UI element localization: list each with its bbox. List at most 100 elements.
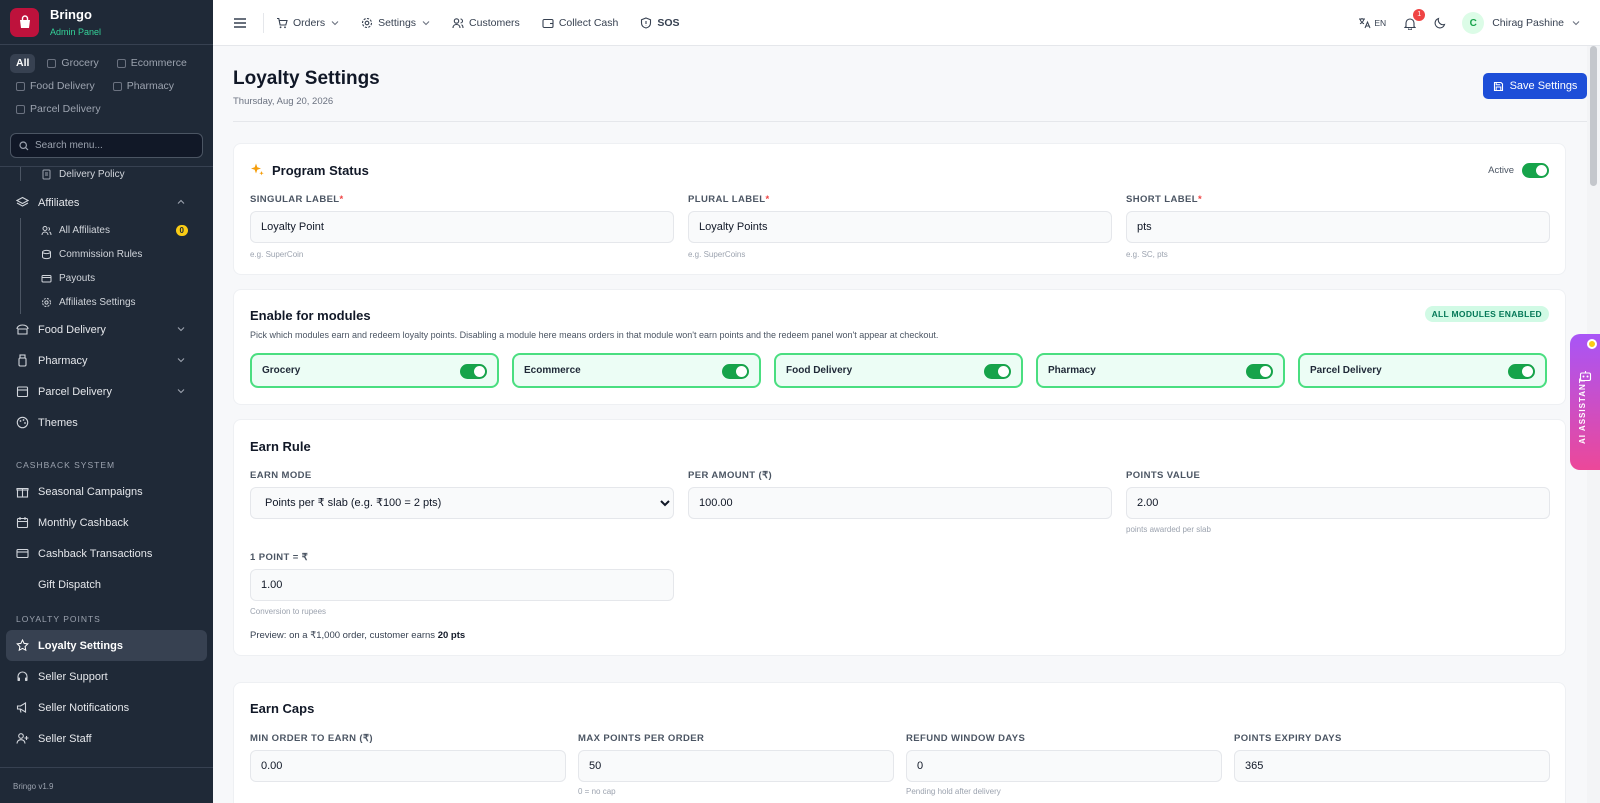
sidebar-item-affiliates-settings[interactable]: Affiliates Settings <box>0 290 213 314</box>
filter-grocery[interactable]: Grocery <box>41 54 104 73</box>
earn-mode-select[interactable]: Points per ₹ slab (e.g. ₹100 = 2 pts) <box>250 487 674 519</box>
sidebar-item-gift-dispatch[interactable]: Gift Dispatch <box>0 569 213 600</box>
sidebar-item-all-affiliates[interactable]: All Affiliates 0 <box>0 218 213 242</box>
filter-all[interactable]: All <box>10 54 36 73</box>
package-icon <box>16 386 29 398</box>
toggle-switch[interactable] <box>1522 163 1549 178</box>
tree-line <box>20 167 21 181</box>
module-toggle-grocery[interactable]: Grocery <box>250 353 499 388</box>
toggle-switch[interactable] <box>1246 364 1273 379</box>
filter-food-delivery[interactable]: Food Delivery <box>10 77 101 96</box>
page-title: Loyalty Settings <box>233 68 380 89</box>
section-cashback: CASHBACK SYSTEM <box>16 460 116 470</box>
chevron-down-icon <box>331 20 339 25</box>
sidebar-item-parcel-delivery[interactable]: Parcel Delivery <box>0 376 213 407</box>
sidebar-item-label: Monthly Cashback <box>38 516 129 529</box>
filter-parcel-delivery[interactable]: Parcel Delivery <box>10 100 107 119</box>
module-toggle-pharmacy[interactable]: Pharmacy <box>1036 353 1285 388</box>
divider <box>263 12 264 33</box>
chevron-up-icon <box>177 199 185 204</box>
menu-search-input[interactable] <box>35 140 185 151</box>
points-value-input[interactable] <box>1126 487 1550 519</box>
module-toggle-parcel-delivery[interactable]: Parcel Delivery <box>1298 353 1547 388</box>
sidebar-item-food-delivery[interactable]: Food Delivery <box>0 314 213 345</box>
language-code: EN <box>1374 18 1387 28</box>
sparkles-icon <box>251 163 264 176</box>
user-name: Chirag Pashine <box>1492 17 1564 29</box>
notifications-button[interactable]: 1 <box>1404 8 1426 30</box>
scrollbar-thumb[interactable] <box>1590 46 1597 186</box>
food-icon <box>16 324 29 335</box>
ai-assistant-button[interactable]: AI ASSISTANT <box>1570 334 1600 470</box>
sidebar-item-label: Parcel Delivery <box>38 385 112 398</box>
toggle-switch[interactable] <box>460 364 487 379</box>
singular-hint: e.g. SuperCoin <box>250 250 304 259</box>
nav-collect-cash[interactable]: Collect Cash <box>542 17 618 29</box>
filter-ecommerce[interactable]: Ecommerce <box>111 54 193 73</box>
min-order-input[interactable] <box>250 750 566 782</box>
sidebar-item-affiliates[interactable]: Affiliates <box>0 187 213 218</box>
refund-window-hint: Pending hold after delivery <box>906 787 1001 796</box>
refund-window-caption: REFUND WINDOW DAYS <box>906 733 1026 744</box>
topbar-right: EN 1 C Chirag Pashine <box>1358 0 1600 46</box>
sidebar-item-delivery-policy[interactable]: Delivery Policy <box>0 167 213 181</box>
section-loyalty: LOYALTY POINTS <box>16 614 101 624</box>
max-points-input[interactable] <box>578 750 894 782</box>
card-icon <box>16 548 29 559</box>
program-active-toggle[interactable]: Active <box>1488 163 1549 178</box>
save-settings-button[interactable]: Save Settings <box>1483 73 1587 99</box>
sidebar-item-monthly-cashback[interactable]: Monthly Cashback <box>0 507 213 538</box>
sidebar-item-loyalty-settings[interactable]: Loyalty Settings <box>6 630 207 661</box>
sidebar-item-cashback-transactions[interactable]: Cashback Transactions <box>0 538 213 569</box>
menu-toggle-icon[interactable] <box>233 17 247 29</box>
sidebar-item-label: Payouts <box>59 272 96 284</box>
plural-label-input[interactable] <box>688 211 1112 243</box>
filter-pharmacy[interactable]: Pharmacy <box>107 77 180 96</box>
expiry-caption: POINTS EXPIRY DAYS <box>1234 733 1342 744</box>
sidebar-item-pharmacy[interactable]: Pharmacy <box>0 345 213 376</box>
module-toggle-food-delivery[interactable]: Food Delivery <box>774 353 1023 388</box>
per-amount-input[interactable] <box>688 487 1112 519</box>
sidebar-item-commission-rules[interactable]: Commission Rules <box>0 242 213 266</box>
nav-sos[interactable]: SOS <box>640 17 680 29</box>
filter-label: Food Delivery <box>30 80 95 92</box>
dark-mode-icon[interactable] <box>1434 17 1446 29</box>
label-text: PLURAL LABEL <box>688 194 766 205</box>
star-icon <box>16 639 29 652</box>
nav-label: Settings <box>378 16 417 29</box>
short-label-input[interactable] <box>1126 211 1550 243</box>
chevron-down-icon <box>177 358 185 363</box>
ai-assistant-label: AI ASSISTANT <box>1578 377 1587 444</box>
sidebar-item-themes[interactable]: Themes <box>0 407 213 438</box>
singular-label-input[interactable] <box>250 211 674 243</box>
points-value-caption: POINTS VALUE <box>1126 470 1201 481</box>
layers-icon <box>16 196 29 207</box>
save-label: Save Settings <box>1509 80 1578 92</box>
filter-label: Pharmacy <box>126 80 175 92</box>
status-dot <box>1587 339 1597 349</box>
user-menu[interactable]: C Chirag Pashine <box>1462 12 1580 34</box>
toggle-switch[interactable] <box>984 364 1011 379</box>
menu-search <box>10 133 203 158</box>
sidebar-item-seller-support[interactable]: Seller Support <box>0 661 213 692</box>
module-name: Pharmacy <box>1048 365 1096 376</box>
language-switcher[interactable]: EN <box>1358 17 1386 29</box>
expiry-input[interactable] <box>1234 750 1550 782</box>
filter-label: Ecommerce <box>130 57 187 69</box>
sidebar-item-seller-notifications[interactable]: Seller Notifications <box>0 692 213 723</box>
document-icon <box>42 169 51 179</box>
toggle-switch[interactable] <box>1508 364 1535 379</box>
refund-window-input[interactable] <box>906 750 1222 782</box>
module-toggle-ecommerce[interactable]: Ecommerce <box>512 353 761 388</box>
sidebar-item-seasonal-campaigns[interactable]: Seasonal Campaigns <box>0 476 213 507</box>
nav-settings[interactable]: Settings <box>361 17 430 29</box>
toggle-switch[interactable] <box>722 364 749 379</box>
sidebar-item-payouts[interactable]: Payouts <box>0 266 213 290</box>
brand: Bringo Admin Panel <box>0 0 213 45</box>
sidebar-item-label: Seller Notifications <box>38 701 130 714</box>
notification-count: 1 <box>1413 8 1426 21</box>
sidebar-item-seller-staff[interactable]: Seller Staff <box>0 723 213 754</box>
nav-orders[interactable]: Orders <box>276 17 339 29</box>
point-rupee-input[interactable] <box>250 569 674 601</box>
nav-customers[interactable]: Customers <box>452 17 520 29</box>
